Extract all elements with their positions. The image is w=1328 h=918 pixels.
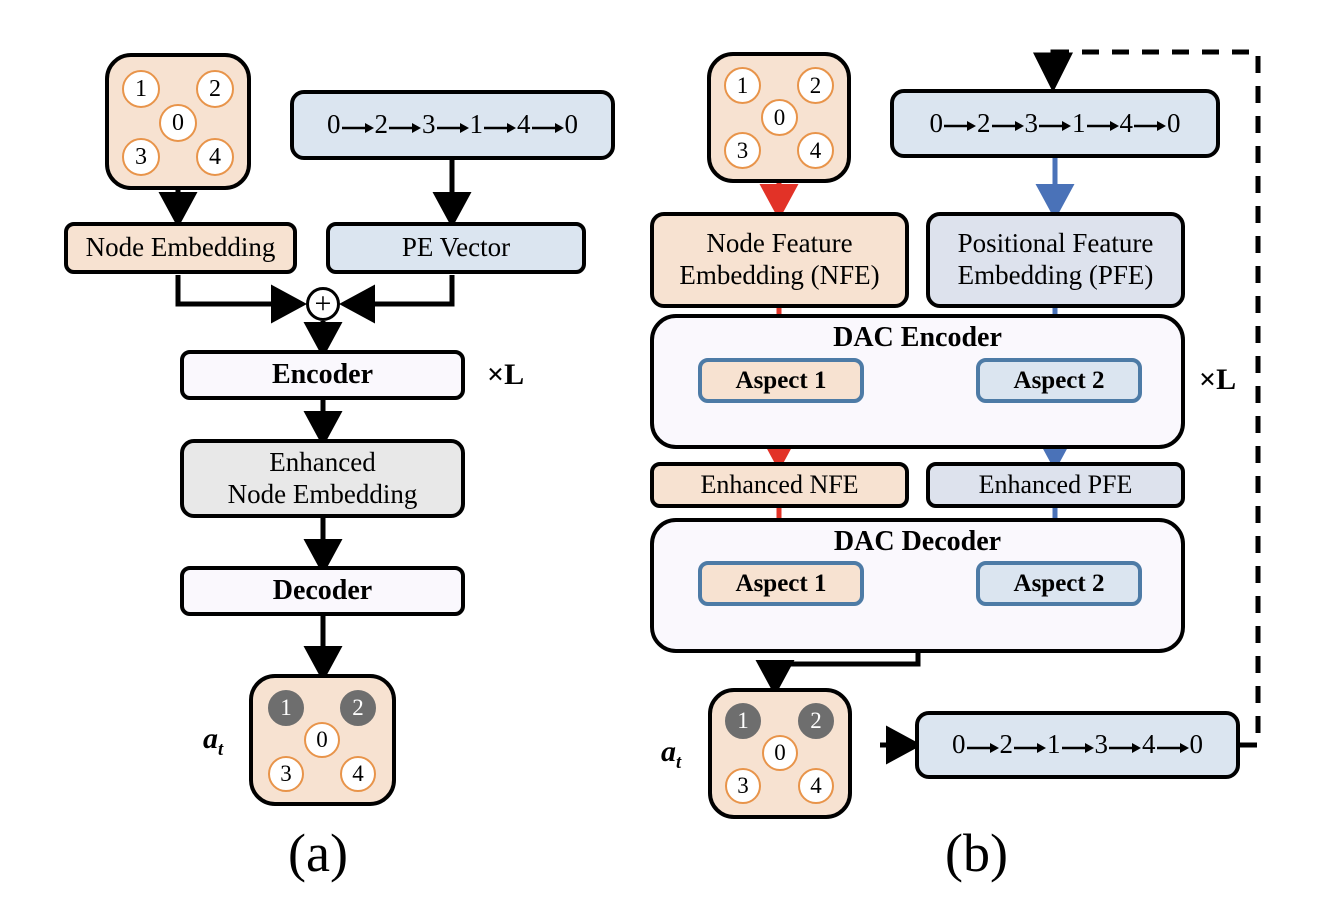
node-1-selected: 1 [268, 690, 304, 726]
pe-vector-box: PE Vector [326, 222, 586, 274]
seq-token: 3 [422, 109, 436, 140]
dac-encoder-repeat-label: ×L [1199, 363, 1237, 396]
positional-feature-embedding-box: Positional Feature Embedding (PFE) [926, 212, 1185, 308]
decoder-box: Decoder [180, 566, 465, 616]
seq-token: 3 [1094, 729, 1109, 760]
encoder-aspect-1-box: Aspect 1 [698, 358, 864, 403]
seq-arrow-icon [1086, 110, 1120, 137]
seq-arrow-icon [1156, 732, 1190, 759]
node-1: 1 [122, 70, 160, 108]
seq-arrow-icon [991, 110, 1025, 137]
seq-token: 0 [564, 109, 579, 140]
decoder-label: Decoder [272, 575, 373, 607]
decoder-aspect-1-box: Aspect 1 [698, 561, 864, 606]
panel-a-input-sequence: 0 2 3 1 4 0 [290, 90, 615, 160]
seq-token: 2 [374, 109, 389, 140]
seq-arrow-icon [1038, 110, 1072, 137]
seq-token: 4 [1119, 107, 1134, 138]
node-0: 0 [304, 722, 340, 758]
seq-arrow-icon [1133, 110, 1167, 137]
seq-arrow-icon [483, 112, 517, 139]
panel-a-action-label: at [203, 722, 224, 760]
node-3: 3 [724, 132, 761, 169]
seq-arrow-icon [388, 112, 422, 139]
add-operator: + [306, 287, 340, 321]
encoder-repeat-label: ×L [487, 358, 525, 391]
seq-arrow-icon [436, 112, 470, 139]
seq-arrow-icon [341, 112, 375, 139]
node-4: 4 [798, 768, 834, 804]
node-0: 0 [159, 104, 197, 142]
pe-vector-label: PE Vector [401, 232, 511, 263]
seq-arrow-icon [966, 732, 1000, 759]
seq-token: 1 [469, 109, 484, 140]
seq-token: 3 [1024, 107, 1039, 138]
enhanced-pfe-box: Enhanced PFE [926, 462, 1185, 508]
arrow-node-embedding-to-add [175, 275, 308, 324]
seq-token: 0 [327, 109, 341, 140]
panel-b-output-sequence: 0 2 1 3 4 0 [915, 711, 1240, 779]
pfe-line2: Embedding (PFE) [957, 260, 1154, 290]
seq-arrow-icon [1013, 732, 1047, 759]
seq-arrow-icon [1108, 732, 1142, 759]
seq-token: 2 [999, 729, 1014, 760]
seq-token: 4 [1142, 729, 1156, 760]
node-embedding-label: Node Embedding [85, 232, 276, 263]
node-1: 1 [724, 67, 761, 104]
node-4: 4 [797, 132, 834, 169]
seq-token: 0 [929, 107, 944, 138]
arrow-pe-vector-to-add [338, 275, 455, 324]
panel-b-input-sequence: 0 2 3 1 4 0 [890, 89, 1220, 158]
seq-token: 1 [1047, 729, 1061, 760]
encoder-box: Encoder [180, 350, 465, 400]
node-0: 0 [762, 735, 798, 771]
seq-token: 4 [517, 109, 531, 140]
dac-encoder-title: DAC Encoder [833, 322, 1002, 353]
enhanced-line2: Node Embedding [227, 478, 418, 509]
nfe-line2: Embedding (NFE) [679, 260, 880, 290]
enhanced-node-embedding-box: Enhanced Node Embedding [180, 439, 465, 518]
node-2-selected: 2 [798, 703, 834, 739]
seq-arrow-icon [531, 112, 565, 139]
panel-b-action-label: at [661, 735, 682, 773]
enhanced-line1: Enhanced [269, 446, 376, 477]
encoder-label: Encoder [271, 359, 374, 391]
panel-b-caption: (b) [945, 823, 1008, 883]
node-1-selected: 1 [725, 703, 761, 739]
enhanced-nfe-box: Enhanced NFE [650, 462, 909, 508]
node-0: 0 [761, 99, 798, 136]
encoder-aspect-2-box: Aspect 2 [976, 358, 1142, 403]
seq-token: 1 [1072, 107, 1086, 138]
node-4: 4 [340, 756, 376, 792]
seq-token: 0 [1167, 107, 1181, 138]
node-2: 2 [797, 67, 834, 104]
nfe-line1: Node Feature [706, 228, 853, 259]
seq-arrow-icon [943, 110, 977, 137]
seq-token: 2 [977, 107, 991, 138]
panel-a-caption: (a) [288, 823, 348, 883]
figure-canvas: 1 2 0 3 4 0 2 3 1 4 0 Node Embedding PE … [0, 0, 1328, 918]
seq-arrow-icon [1061, 732, 1095, 759]
node-4: 4 [196, 138, 234, 176]
pfe-line1: Positional Feature [957, 228, 1154, 259]
node-3: 3 [725, 768, 761, 804]
node-3: 3 [122, 138, 160, 176]
node-feature-embedding-box: Node Feature Embedding (NFE) [650, 212, 909, 308]
node-3: 3 [268, 756, 304, 792]
plus-icon: + [314, 287, 332, 320]
seq-token: 0 [1189, 729, 1204, 760]
seq-token: 0 [952, 729, 966, 760]
node-2-selected: 2 [340, 690, 376, 726]
decoder-aspect-2-box: Aspect 2 [976, 561, 1142, 606]
node-2: 2 [196, 70, 234, 108]
node-embedding-box: Node Embedding [64, 222, 297, 274]
dac-decoder-title: DAC Decoder [833, 526, 1002, 557]
